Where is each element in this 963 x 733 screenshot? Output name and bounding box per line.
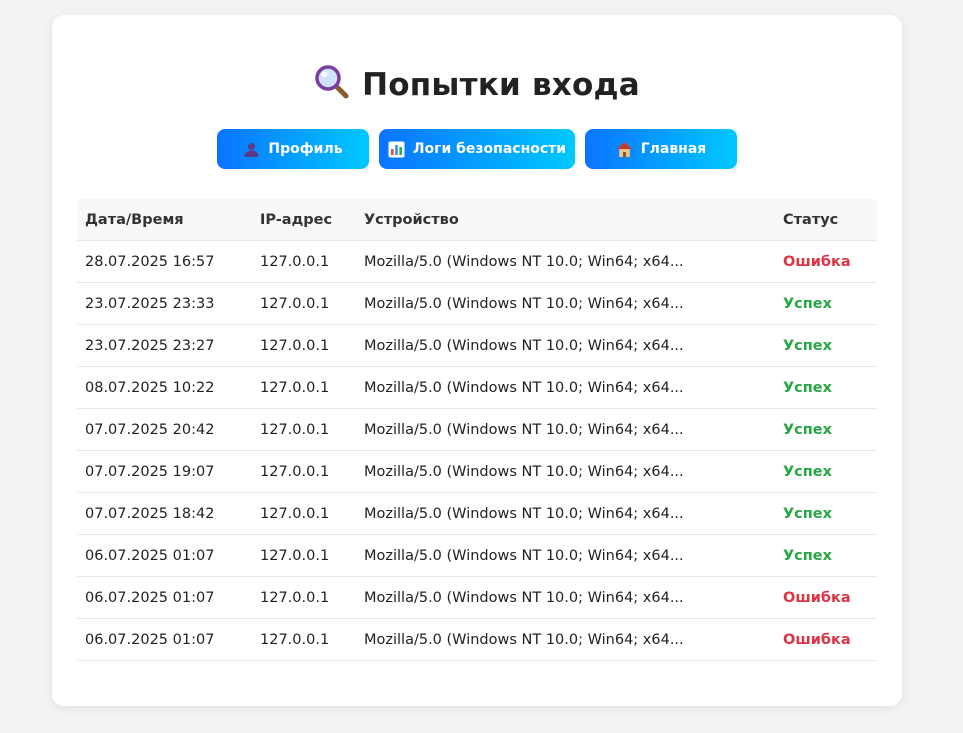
cell-ip: 127.0.0.1 [252,534,356,577]
cell-ip: 127.0.0.1 [252,408,356,451]
table-header-row: Дата/Время IP-адрес Устройство Статус [77,199,877,241]
user-icon [244,142,259,157]
table-row: 07.07.2025 19:07 127.0.0.1 Mozilla/5.0 (Wi… [77,450,877,493]
table-body: 28.07.2025 16:57 127.0.0.1 Mozilla/5.0 (Wi… [77,240,877,661]
table-row: 06.07.2025 01:07 127.0.0.1 Mozilla/5.0 (Wi… [77,534,877,577]
cell-device: Mozilla/5.0 (Windows NT 10.0; Win64; x64… [356,576,775,619]
cell-device: Mozilla/5.0 (Windows NT 10.0; Win64; x64… [356,534,775,577]
cell-device: Mozilla/5.0 (Windows NT 10.0; Win64; x64… [356,282,775,325]
table-row: 23.07.2025 23:33 127.0.0.1 Mozilla/5.0 (Wi… [77,282,877,325]
cell-ip: 127.0.0.1 [252,324,356,367]
table-row: 28.07.2025 16:57 127.0.0.1 Mozilla/5.0 (Wi… [77,240,877,283]
table-row: 06.07.2025 01:07 127.0.0.1 Mozilla/5.0 (Wi… [77,618,877,661]
cell-status: Успех [775,324,877,367]
cell-status: Успех [775,492,877,535]
home-button[interactable]: Главная [585,129,737,169]
profile-button[interactable]: Профиль [217,129,369,169]
house-icon [616,141,632,157]
cell-status: Успех [775,408,877,451]
cell-datetime: 23.07.2025 23:27 [77,324,252,367]
cell-device: Mozilla/5.0 (Windows NT 10.0; Win64; x64… [356,492,775,535]
cell-ip: 127.0.0.1 [252,492,356,535]
cell-status: Ошибка [775,618,877,661]
cell-ip: 127.0.0.1 [252,366,356,409]
magnifier-icon [315,65,349,99]
cell-datetime: 06.07.2025 01:07 [77,618,252,661]
cell-device: Mozilla/5.0 (Windows NT 10.0; Win64; x64… [356,324,775,367]
cell-device: Mozilla/5.0 (Windows NT 10.0; Win64; x64… [356,408,775,451]
home-button-label: Главная [640,141,707,157]
cell-status: Ошибка [775,576,877,619]
table-row: 23.07.2025 23:27 127.0.0.1 Mozilla/5.0 (Wi… [77,324,877,367]
cell-status: Успех [775,282,877,325]
cell-status: Успех [775,450,877,493]
security-logs-button-label: Логи безопасности [412,141,567,157]
cell-ip: 127.0.0.1 [252,282,356,325]
header-status: Статус [775,199,877,241]
header-device: Устройство [356,199,775,241]
page-title-text: Попытки входа [362,67,640,103]
profile-button-label: Профиль [268,141,343,157]
cell-ip: 127.0.0.1 [252,450,356,493]
table-row: 07.07.2025 20:42 127.0.0.1 Mozilla/5.0 (Wi… [77,408,877,451]
login-attempts-table: Дата/Время IP-адрес Устройство Статус 28… [77,199,877,661]
cell-device: Mozilla/5.0 (Windows NT 10.0; Win64; x64… [356,618,775,661]
cell-device: Mozilla/5.0 (Windows NT 10.0; Win64; x64… [356,366,775,409]
header-ip: IP-адрес [252,199,356,241]
page-title: Попытки входа [52,64,902,103]
cell-ip: 127.0.0.1 [252,576,356,619]
table-row: 06.07.2025 01:07 127.0.0.1 Mozilla/5.0 (Wi… [77,576,877,619]
table-row: 08.07.2025 10:22 127.0.0.1 Mozilla/5.0 (Wi… [77,366,877,409]
cell-device: Mozilla/5.0 (Windows NT 10.0; Win64; x64… [356,240,775,283]
header-datetime: Дата/Время [77,199,252,241]
cell-status: Ошибка [775,240,877,283]
cell-datetime: 07.07.2025 19:07 [77,450,252,493]
cell-datetime: 08.07.2025 10:22 [77,366,252,409]
table-row: 07.07.2025 18:42 127.0.0.1 Mozilla/5.0 (Wi… [77,492,877,535]
cell-datetime: 06.07.2025 01:07 [77,534,252,577]
bar-chart-icon [388,141,405,157]
cell-datetime: 07.07.2025 18:42 [77,492,252,535]
cell-ip: 127.0.0.1 [252,618,356,661]
cell-status: Успех [775,366,877,409]
cell-datetime: 23.07.2025 23:33 [77,282,252,325]
cell-datetime: 06.07.2025 01:07 [77,576,252,619]
cell-datetime: 07.07.2025 20:42 [77,408,252,451]
cell-datetime: 28.07.2025 16:57 [77,240,252,283]
login-attempts-card: Попытки входа Профиль Логи безопасности [52,15,902,706]
security-logs-button[interactable]: Логи безопасности [379,129,575,169]
cell-status: Успех [775,534,877,577]
cell-ip: 127.0.0.1 [252,240,356,283]
cell-device: Mozilla/5.0 (Windows NT 10.0; Win64; x64… [356,450,775,493]
nav-buttons: Профиль Логи безопасности Главная [52,129,902,169]
